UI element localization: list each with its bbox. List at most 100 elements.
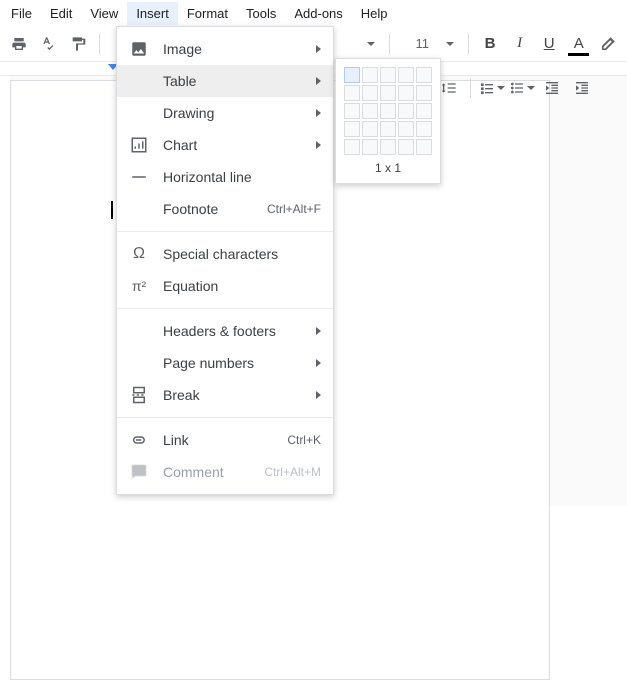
bold-button[interactable]: B [477,31,503,57]
table-grid-cell[interactable] [362,67,378,83]
increase-indent-button[interactable] [569,75,595,101]
menu-item-footnote[interactable]: Footnote Ctrl+Alt+F [117,193,333,225]
chevron-down-icon [497,86,505,90]
menu-item-break[interactable]: Break [117,379,333,411]
highlight-color-button[interactable] [595,31,621,57]
menu-divider [117,308,333,309]
table-grid-cell[interactable] [344,85,360,101]
table-grid-cell[interactable] [344,139,360,155]
table-grid-cell[interactable] [380,67,396,83]
text-cursor [111,201,113,219]
chevron-right-icon [316,359,321,367]
bulleted-list-button[interactable] [509,75,535,101]
page-break-icon [129,385,149,405]
menu-item-table[interactable]: Table [117,65,333,97]
menu-item-label: Comment [163,464,250,480]
menu-divider [117,417,333,418]
table-grid-cell[interactable] [416,121,432,137]
table-grid[interactable] [344,67,432,155]
table-grid-cell[interactable] [362,85,378,101]
pi-icon: π² [129,276,149,296]
table-grid-cell[interactable] [398,85,414,101]
menu-view[interactable]: View [81,2,127,25]
toolbar-separator [389,34,390,54]
toolbar-separator [470,78,471,98]
spellcheck-button[interactable] [36,31,62,57]
menu-tools[interactable]: Tools [237,2,285,25]
menu-item-shortcut: Ctrl+Alt+M [264,465,321,479]
font-family-dropdown[interactable] [352,31,382,57]
menu-item-chart[interactable]: Chart [117,129,333,161]
menubar: File Edit View Insert Format Tools Add-o… [0,0,627,26]
table-size-label: 1 x 1 [344,161,432,175]
table-grid-cell[interactable] [416,67,432,83]
chevron-right-icon [316,141,321,149]
chevron-down-icon [367,42,375,46]
font-size-value: 11 [404,36,440,51]
omega-icon: Ω [129,244,149,264]
image-icon [129,39,149,59]
page-numbers-icon [129,353,149,373]
table-grid-cell[interactable] [362,103,378,119]
menu-item-horizontal-line[interactable]: Horizontal line [117,161,333,193]
table-grid-cell[interactable] [416,139,432,155]
chevron-right-icon [316,77,321,85]
table-grid-cell[interactable] [380,85,396,101]
comment-icon [129,462,149,482]
table-icon [129,71,149,91]
table-grid-cell[interactable] [416,103,432,119]
chevron-right-icon [316,391,321,399]
text-color-button[interactable]: A [566,31,592,57]
menu-item-label: Table [163,73,302,89]
chart-icon [129,135,149,155]
menu-item-label: Break [163,387,302,403]
menu-edit[interactable]: Edit [41,2,81,25]
chevron-right-icon [316,327,321,335]
menu-item-drawing[interactable]: Drawing [117,97,333,129]
table-grid-cell[interactable] [398,139,414,155]
print-button[interactable] [6,31,32,57]
menu-insert[interactable]: Insert [127,2,178,25]
menu-item-shortcut: Ctrl+Alt+F [267,202,321,216]
table-grid-cell[interactable] [380,139,396,155]
menu-item-page-numbers[interactable]: Page numbers [117,347,333,379]
table-grid-cell[interactable] [398,121,414,137]
checklist-button[interactable] [479,75,505,101]
menu-item-link[interactable]: Link Ctrl+K [117,424,333,456]
menu-item-label: Special characters [163,246,321,262]
menu-item-label: Footnote [163,201,253,217]
decrease-indent-button[interactable] [539,75,565,101]
underline-button[interactable]: U [536,31,562,57]
menu-help[interactable]: Help [352,2,397,25]
headers-icon [129,321,149,341]
menu-addons[interactable]: Add-ons [285,2,351,25]
menu-format[interactable]: Format [178,2,237,25]
menu-item-special-characters[interactable]: Ω Special characters [117,238,333,270]
menu-item-image[interactable]: Image [117,33,333,65]
menu-item-label: Image [163,41,302,57]
menu-item-shortcut: Ctrl+K [287,433,321,447]
table-grid-cell[interactable] [362,139,378,155]
menu-item-headers-footers[interactable]: Headers & footers [117,315,333,347]
horizontal-line-icon [129,167,149,187]
table-grid-cell[interactable] [380,103,396,119]
paint-format-button[interactable] [65,31,91,57]
font-size-dropdown[interactable]: 11 [398,31,460,57]
menu-item-equation[interactable]: π² Equation [117,270,333,302]
table-grid-cell[interactable] [416,85,432,101]
link-icon [129,430,149,450]
drawing-icon [129,103,149,123]
table-grid-cell[interactable] [398,67,414,83]
chevron-right-icon [316,45,321,53]
chevron-down-icon [446,42,454,46]
table-grid-cell[interactable] [344,67,360,83]
table-grid-cell[interactable] [380,121,396,137]
menu-file[interactable]: File [2,2,41,25]
menu-item-comment: Comment Ctrl+Alt+M [117,456,333,488]
chevron-down-icon [527,86,535,90]
table-grid-cell[interactable] [344,103,360,119]
italic-button[interactable]: I [507,31,533,57]
table-grid-cell[interactable] [398,103,414,119]
table-grid-cell[interactable] [362,121,378,137]
table-grid-cell[interactable] [344,121,360,137]
